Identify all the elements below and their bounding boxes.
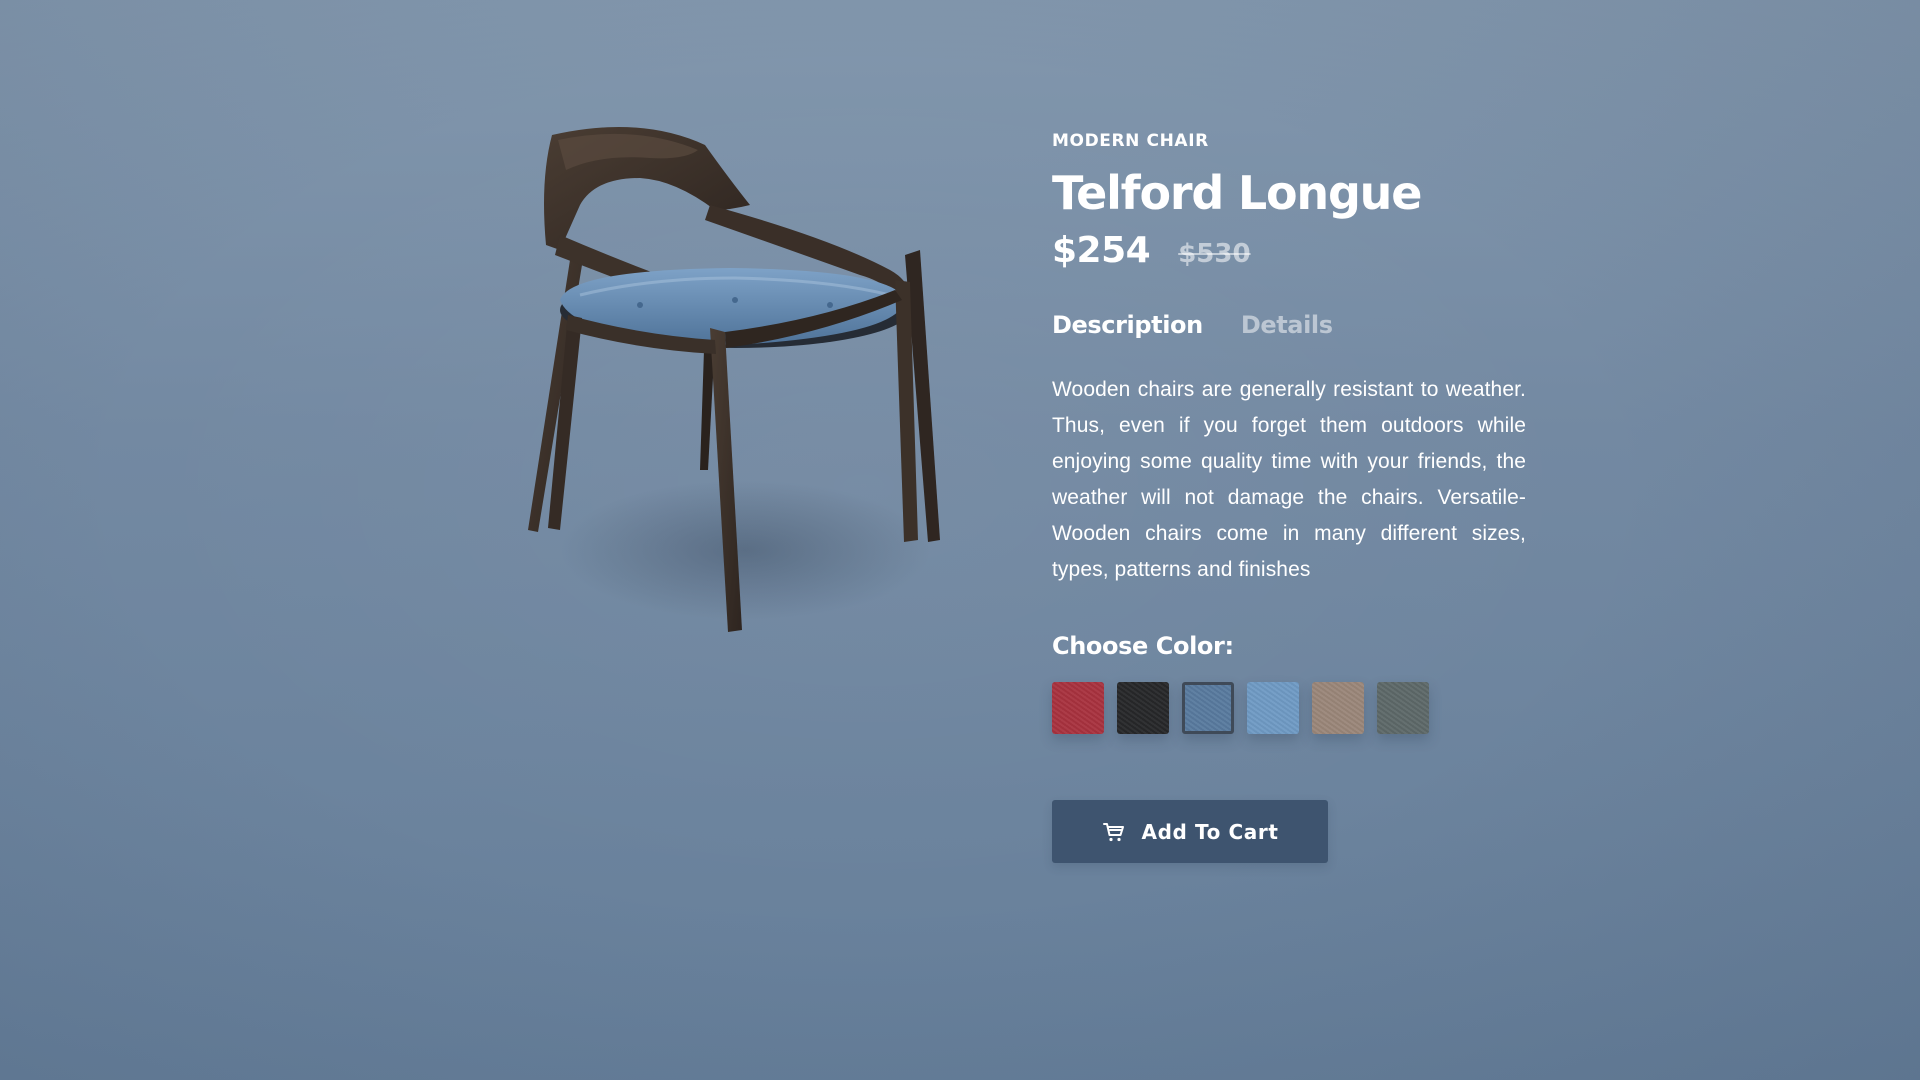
add-to-cart-label: Add To Cart — [1141, 819, 1279, 844]
color-swatch-grey-green[interactable] — [1377, 682, 1429, 734]
color-swatch-beige[interactable] — [1312, 682, 1364, 734]
add-to-cart-button[interactable]: Add To Cart — [1052, 800, 1328, 863]
tab-details[interactable]: Details — [1241, 311, 1333, 339]
tab-description[interactable]: Description — [1052, 311, 1203, 339]
current-price: $254 — [1052, 230, 1151, 271]
product-title: Telford Longue — [1052, 166, 1422, 220]
product-tabs: Description Details — [1052, 308, 1526, 342]
color-swatch-black[interactable] — [1117, 682, 1169, 734]
color-swatch-denim-blue[interactable] — [1182, 682, 1234, 734]
product-description: Wooden chairs are generally resistant to… — [1052, 378, 1526, 581]
color-swatches — [1052, 682, 1526, 734]
background-vignette — [0, 0, 1920, 1080]
chair-image — [500, 110, 960, 670]
product-details: MODERN CHAIR Telford Longue $254 $530 De… — [1052, 130, 1526, 863]
price-row: $254 $530 — [1052, 230, 1526, 278]
product-category: MODERN CHAIR — [1052, 131, 1209, 151]
original-price: $530 — [1178, 239, 1251, 269]
cart-icon — [1102, 820, 1126, 844]
color-swatch-red[interactable] — [1052, 682, 1104, 734]
color-swatch-light-blue[interactable] — [1247, 682, 1299, 734]
choose-color-label: Choose Color: — [1052, 632, 1234, 660]
